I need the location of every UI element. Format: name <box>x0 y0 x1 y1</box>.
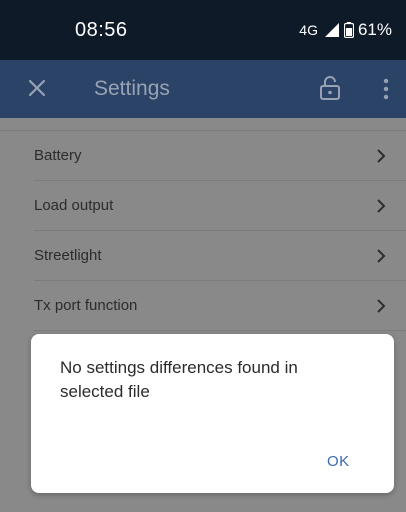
chevron-right-icon <box>377 249 386 263</box>
app-bar: Settings <box>0 60 406 118</box>
list-item-label: Battery <box>34 147 82 164</box>
more-vert-icon[interactable] <box>378 76 394 102</box>
chevron-right-icon <box>377 299 386 313</box>
list-item-label: Streetlight <box>34 247 102 264</box>
alert-dialog: No settings differences found in selecte… <box>31 334 394 493</box>
page-title: Settings <box>94 77 170 100</box>
list-item-streetlight[interactable]: Streetlight <box>34 231 406 281</box>
list-item-tx-port-function[interactable]: Tx port function <box>34 281 406 331</box>
chevron-right-icon <box>377 199 386 213</box>
status-time: 08:56 <box>75 19 128 41</box>
close-icon[interactable] <box>26 77 48 99</box>
signal-icon <box>324 23 339 37</box>
list-item-load-output[interactable]: Load output <box>34 181 406 231</box>
dialog-message: No settings differences found in selecte… <box>60 358 298 401</box>
list-divider <box>0 118 406 131</box>
chevron-right-icon <box>377 149 386 163</box>
settings-list: Battery Load output Streetlight Tx port … <box>0 118 406 331</box>
list-item-battery[interactable]: Battery <box>34 131 406 181</box>
status-indicators: 4G 61% <box>299 20 392 40</box>
list-item-label: Tx port function <box>34 297 138 314</box>
battery-icon <box>343 22 354 38</box>
status-bar: 08:56 4G 61% <box>0 0 406 60</box>
lock-open-icon[interactable] <box>318 75 342 101</box>
network-type: 4G <box>299 22 318 38</box>
battery-percent: 61% <box>357 20 392 39</box>
list-item-label: Load output <box>34 197 114 214</box>
ok-button[interactable]: OK <box>327 453 350 470</box>
